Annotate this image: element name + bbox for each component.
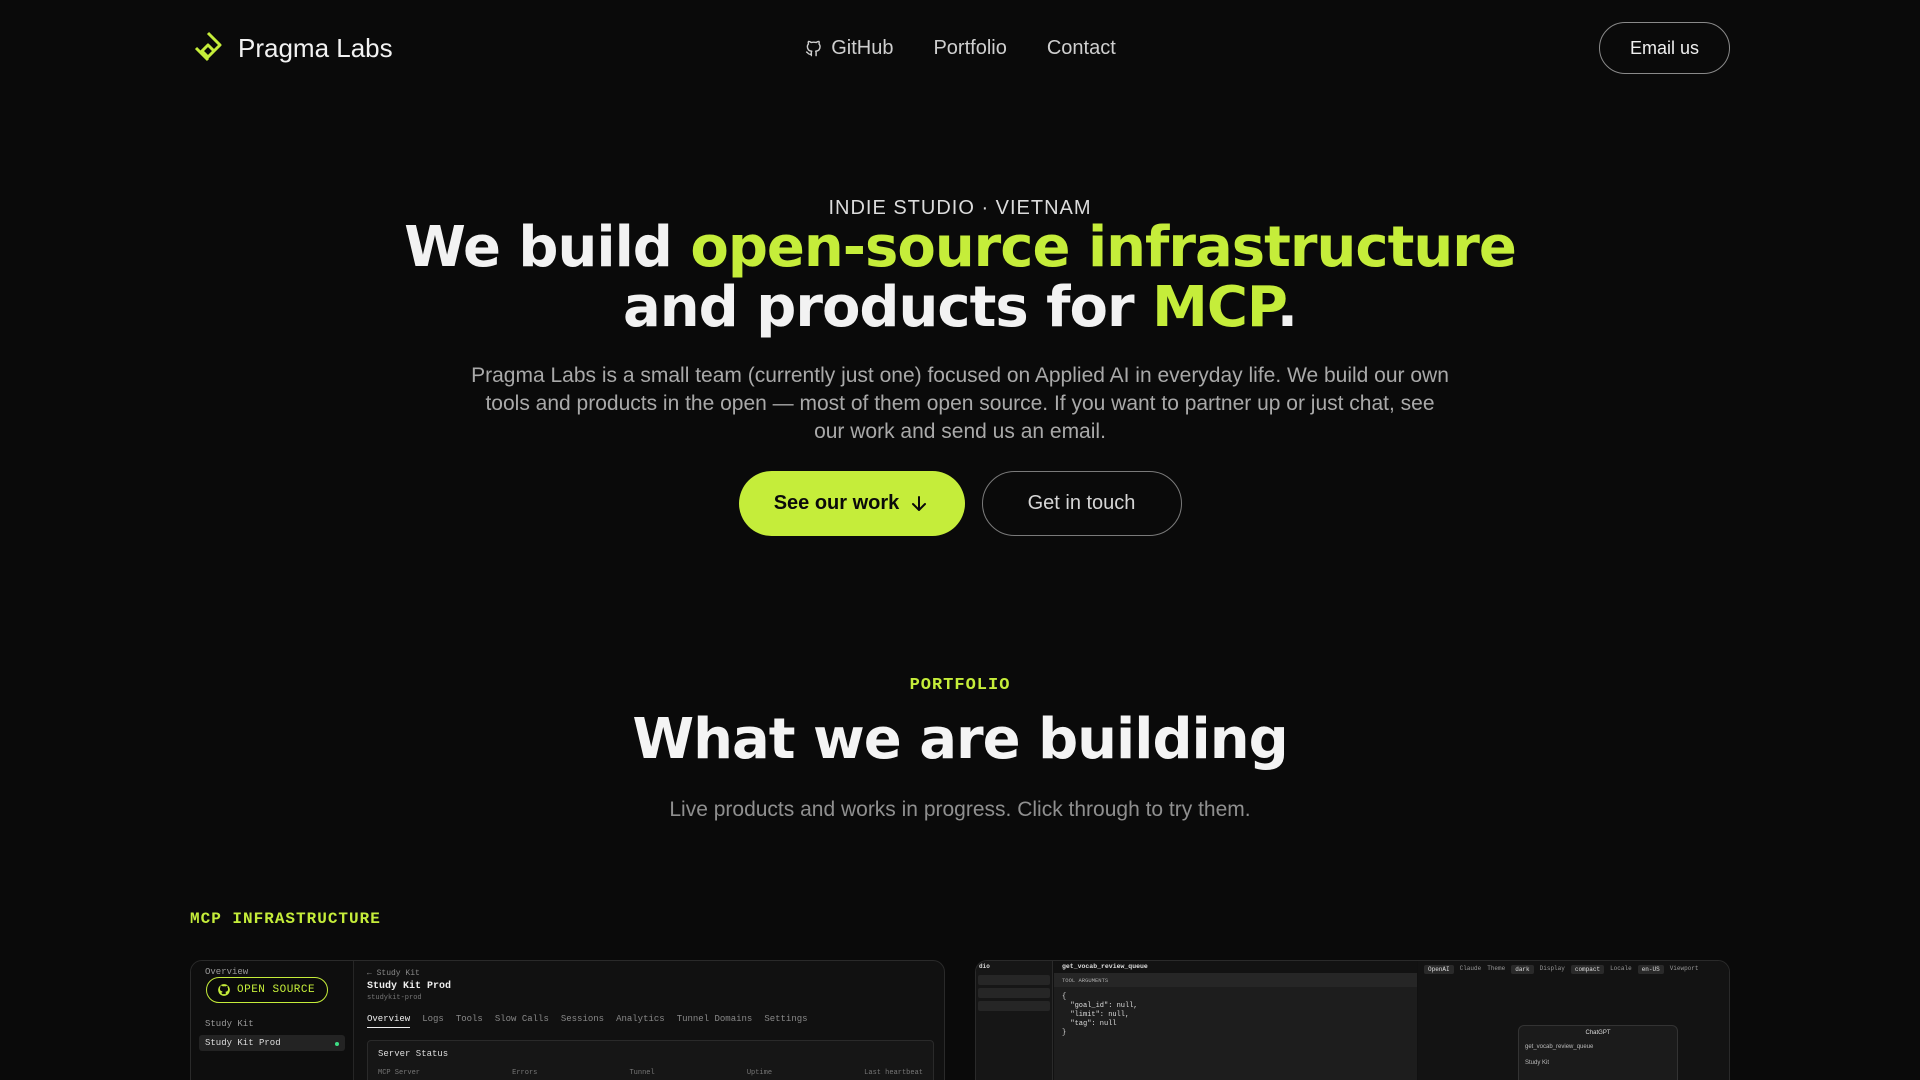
card-app-title: Study Kit Prod: [367, 981, 452, 992]
open-source-badge[interactable]: OPEN SOURCE: [206, 977, 329, 1003]
panel-title: Server Status: [378, 1049, 449, 1059]
brand[interactable]: Pragma Labs: [190, 30, 393, 66]
project-card-inspector[interactable]: dio get_vocab_review_queue TOOL ARGUMENT…: [975, 960, 1730, 1080]
card2-left-box: [978, 1001, 1050, 1011]
hero-title-accent1: open-source infrastructure: [690, 215, 1516, 280]
top-nav: Pragma Labs GitHub Portfolio Contact Ema…: [190, 22, 1730, 74]
card2-args-bar: TOOL ARGUMENTS: [1054, 973, 1417, 987]
status-dot-icon: [335, 1042, 339, 1046]
hero-ctas: See our work Get in touch: [0, 471, 1920, 536]
sidebar-row-study-kit: Study Kit: [205, 1019, 254, 1029]
tab-sessions: Sessions: [560, 1014, 605, 1024]
portfolio-subtitle: Live products and works in progress. Cli…: [669, 798, 1251, 821]
card2-chat-title: ChatGPT: [1585, 1030, 1611, 1036]
card2-chat-item: Study Kit: [1525, 1060, 1550, 1066]
card2-chat-preview: ChatGPT get_vocab_review_queue Study Kit: [1518, 1025, 1678, 1080]
card-tabs: Overview Logs Tools Slow Calls Sessions …: [367, 1014, 934, 1028]
card2-chip: Viewport: [1669, 965, 1699, 972]
panel-col: Last heartbeat: [864, 1069, 923, 1077]
hero-title-end: .: [1276, 275, 1298, 340]
card2-chip: Theme: [1487, 965, 1506, 972]
card2-preview-panel: OpenAI Claude Theme dark Display compact…: [1418, 961, 1729, 1080]
nav-link-contact[interactable]: Contact: [1047, 37, 1116, 60]
category-label: MCP INFRASTRUCTURE: [190, 910, 381, 928]
hero-subtitle: Pragma Labs is a small team (currently j…: [471, 364, 1449, 443]
card2-left-title: dio: [979, 963, 990, 970]
see-our-work-label: See our work: [773, 492, 900, 514]
hero-title: We build open-source infrastructure and …: [0, 218, 1920, 338]
panel-columns: MCP Server Errors Tunnel Uptime Last hea…: [378, 1069, 923, 1077]
logo-icon: [194, 31, 222, 62]
card2-chip: Claude: [1459, 965, 1482, 972]
card2-args-label: TOOL ARGUMENTS: [1062, 977, 1109, 984]
card-main: ← Study Kit Study Kit Prod studykit-prod…: [367, 969, 934, 1080]
github-icon: [218, 984, 230, 996]
arrow-down-icon: [912, 495, 927, 511]
card2-chip: compact: [1570, 965, 1605, 974]
portfolio-eyebrow: PORTFOLIO: [909, 676, 1011, 695]
panel-col: Tunnel: [629, 1069, 655, 1077]
card2-chip: Locale: [1610, 965, 1632, 972]
card2-chip: OpenAI: [1424, 965, 1454, 974]
github-icon: [805, 40, 821, 56]
brand-name: Pragma Labs: [238, 32, 393, 63]
card2-chip: Display: [1539, 965, 1565, 972]
nav-links: GitHub Portfolio Contact: [804, 37, 1116, 60]
card2-left-panel: dio: [976, 961, 1053, 1080]
sidebar-row-active: Study Kit Prod: [199, 1035, 345, 1051]
nav-link-label: Portfolio: [933, 36, 1007, 59]
card-breadcrumb: ← Study Kit: [367, 969, 420, 978]
card2-chip: en-US: [1637, 965, 1664, 974]
tab-analytics: Analytics: [616, 1014, 665, 1024]
tab-logs: Logs: [422, 1014, 444, 1024]
card-app-slug: studykit-prod: [367, 994, 422, 1002]
portfolio-title: What we are building: [632, 707, 1288, 772]
tab-tunnel-domains: Tunnel Domains: [676, 1014, 753, 1024]
hero-title-part1: We build: [404, 215, 691, 280]
open-source-label: OPEN SOURCE: [237, 984, 316, 996]
card2-tool-title: get_vocab_review_queue: [1054, 961, 1417, 973]
get-in-touch-button[interactable]: Get in touch: [981, 471, 1182, 536]
nav-link-portfolio[interactable]: Portfolio: [933, 37, 1006, 60]
server-status-panel: Server Status MCP Server Errors Tunnel U…: [367, 1040, 934, 1080]
card2-tool-panel: get_vocab_review_queue TOOL ARGUMENTS { …: [1054, 961, 1417, 1080]
card2-left-box: [978, 975, 1050, 985]
card2-left-box: [978, 988, 1050, 998]
nav-link-label: GitHub: [831, 36, 894, 59]
project-card-study-kit[interactable]: Overview Study Kit Study Kit Prod OPEN S…: [190, 960, 945, 1080]
card2-toolbar: OpenAI Claude Theme dark Display compact…: [1418, 961, 1729, 978]
card2-chip: dark: [1511, 965, 1534, 974]
tab-settings: Settings: [764, 1014, 808, 1024]
hero-title-part2: and products for: [623, 275, 1153, 340]
sidebar-active-label: Study Kit Prod: [205, 1038, 281, 1048]
panel-col: Errors: [512, 1069, 538, 1077]
tab-overview: Overview: [367, 1014, 411, 1028]
panel-col: Uptime: [746, 1069, 773, 1077]
panel-col: MCP Server: [378, 1069, 421, 1077]
email-us-button[interactable]: Email us: [1598, 22, 1730, 74]
see-our-work-button[interactable]: See our work: [738, 471, 965, 536]
hero-title-accent2: MCP: [1152, 275, 1278, 340]
card2-code: { "goal_id": null, "limit": null, "tag":…: [1062, 993, 1138, 1037]
card2-chat-item: get_vocab_review_queue: [1525, 1044, 1594, 1050]
tab-tools: Tools: [455, 1014, 483, 1024]
nav-link-label: Contact: [1046, 36, 1116, 59]
nav-link-github[interactable]: GitHub: [804, 37, 893, 60]
tab-slow-calls: Slow Calls: [494, 1014, 549, 1024]
